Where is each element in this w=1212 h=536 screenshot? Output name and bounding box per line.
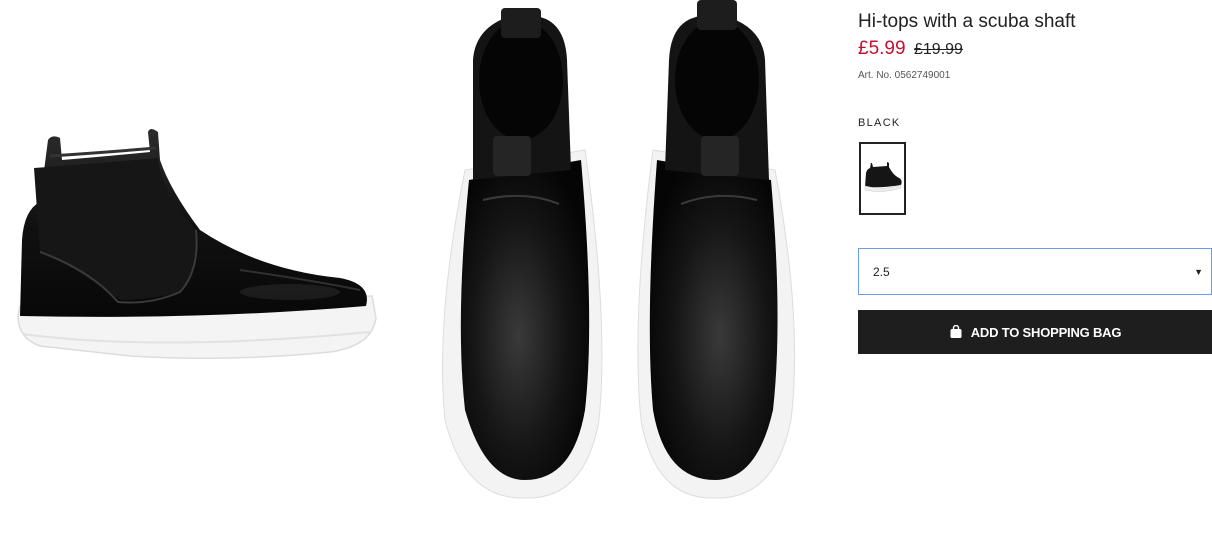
product-title: Hi-tops with a scuba shaft [858, 11, 1076, 32]
article-number: Art. No. 0562749001 [858, 70, 951, 81]
size-selected-value: 2.5 [873, 264, 890, 279]
original-price: £19.99 [914, 41, 963, 58]
chevron-down-icon: ▼ [1194, 266, 1203, 277]
product-image-side[interactable] [0, 120, 390, 380]
color-label: BLACK [858, 117, 901, 129]
sale-price: £5.99 [858, 38, 906, 59]
add-to-bag-label: ADD TO SHOPPING BAG [970, 324, 1122, 340]
color-swatch-black[interactable] [859, 142, 906, 215]
product-detail-panel: Hi-tops with a scuba shaft £5.99 £19.99 … [858, 0, 1212, 536]
size-select[interactable]: 2.5 ▼ [858, 248, 1212, 295]
product-image-top[interactable] [425, 0, 815, 510]
shopping-bag-icon [950, 325, 962, 338]
add-to-bag-button[interactable]: ADD TO SHOPPING BAG [858, 310, 1212, 354]
price-row: £5.99 £19.99 [858, 38, 963, 60]
shoe-thumbnail-icon [864, 161, 902, 192]
